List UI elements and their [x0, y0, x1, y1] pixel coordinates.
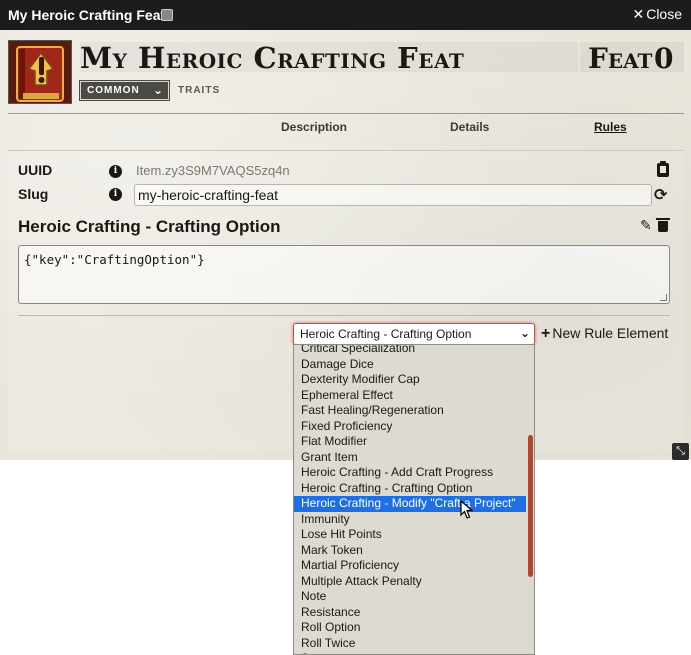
dropdown-option[interactable]: Heroic Crafting - Add Craft Progress — [294, 465, 527, 481]
sync-icon[interactable]: ⟳ — [654, 185, 667, 205]
dropdown-option[interactable]: Damage Dice — [294, 357, 527, 373]
dropdown-option[interactable]: Roll Option — [294, 620, 527, 636]
close-icon: ✕ — [632, 6, 645, 22]
dropdown-option[interactable]: Dexterity Modifier Cap — [294, 372, 527, 388]
clipboard-icon[interactable] — [657, 161, 669, 177]
scrollbar-thumb[interactable] — [528, 435, 533, 577]
item-type-label: Feat — [588, 42, 653, 75]
window-title: My Heroic Crafting Feat — [8, 7, 166, 23]
header-divider — [8, 113, 684, 114]
dropdown-option[interactable]: Roll Twice — [294, 636, 527, 652]
dropdown-option[interactable]: Sense — [294, 651, 527, 654]
close-button[interactable]: ✕ Close — [632, 6, 682, 23]
rule-type-select-value: Heroic Crafting - Crafting Option — [300, 327, 472, 341]
rule-json-textarea[interactable]: {"key":"CraftingOption"} — [18, 245, 670, 304]
dropdown-option[interactable]: Ephemeral Effect — [294, 388, 527, 404]
book-icon — [161, 9, 173, 21]
tab-rules[interactable]: Rules — [594, 120, 627, 134]
book-portrait-icon — [9, 41, 71, 103]
dropdown-option[interactable]: Heroic Crafting - Modify "Craft a Projec… — [294, 496, 527, 512]
edit-icon[interactable]: ✎ — [640, 217, 652, 234]
rule-element-title: Heroic Crafting - Crafting Option — [18, 217, 281, 236]
dropdown-option[interactable]: Critical Specialization — [294, 345, 527, 357]
uuid-value: Item.zy3S9M7VAQS5zq4n — [136, 163, 290, 178]
dropdown-scrollbar[interactable] — [526, 345, 534, 654]
sheet-header: My Heroic Crafting Feat Feat 0 COMMON ⌄ … — [8, 40, 684, 104]
window-titlebar[interactable]: My Heroic Crafting Feat ✕ Close — [0, 0, 691, 30]
item-name: My Heroic Crafting Feat — [80, 41, 465, 75]
trash-icon[interactable] — [656, 218, 670, 232]
dropdown-option[interactable]: Martial Proficiency — [294, 558, 527, 574]
sheet-tabs: Description Details Rules — [0, 120, 691, 136]
dropdown-list: Critical Specialization Damage Dice Dexter… — [294, 345, 527, 654]
dropdown-option[interactable]: Grant Item — [294, 450, 527, 466]
expand-icon[interactable]: ⤡ — [672, 443, 689, 460]
chevron-down-icon: ⌄ — [519, 326, 530, 340]
rule-json-text: {"key":"CraftingOption"} — [24, 252, 205, 267]
dropdown-option[interactable]: Flat Modifier — [294, 434, 527, 450]
uuid-label: UUID — [18, 162, 53, 178]
close-label: Close — [646, 6, 682, 22]
item-level[interactable]: 0 — [654, 42, 673, 75]
info-icon[interactable]: i — [109, 165, 122, 178]
new-rule-element-button[interactable]: + New Rule Element — [541, 325, 668, 343]
dropdown-option[interactable]: Fast Healing/Regeneration — [294, 403, 527, 419]
resize-grip[interactable] — [660, 294, 667, 301]
slug-label: Slug — [18, 186, 49, 202]
dropdown-option[interactable]: Immunity — [294, 512, 527, 528]
rule-type-dropdown[interactable]: Critical Specialization Damage Dice Dexter… — [293, 344, 535, 655]
tab-description[interactable]: Description — [281, 120, 347, 134]
chevron-down-icon: ⌄ — [152, 83, 164, 97]
traits-label[interactable]: TRAITS — [178, 85, 220, 96]
rarity-value: COMMON — [87, 85, 140, 96]
dropdown-option[interactable]: Heroic Crafting - Crafting Option — [294, 481, 527, 497]
dropdown-option[interactable]: Note — [294, 589, 527, 605]
tab-details[interactable]: Details — [450, 120, 489, 134]
dropdown-option[interactable]: Lose Hit Points — [294, 527, 527, 543]
plus-icon: + — [541, 325, 551, 342]
item-type-level: Feat 0 — [580, 42, 684, 75]
rule-type-select[interactable]: Heroic Crafting - Crafting Option ⌄ — [293, 323, 535, 345]
item-portrait[interactable] — [8, 40, 72, 104]
slug-input[interactable]: my-heroic-crafting-feat — [134, 184, 652, 206]
rarity-select[interactable]: COMMON ⌄ — [79, 80, 170, 101]
new-rule-element-label: New Rule Element — [552, 325, 669, 341]
dropdown-option[interactable]: Fixed Proficiency — [294, 419, 527, 435]
dropdown-option[interactable]: Resistance — [294, 605, 527, 621]
info-icon[interactable]: i — [109, 188, 122, 201]
rules-divider — [18, 315, 670, 316]
dropdown-option[interactable]: Multiple Attack Penalty — [294, 574, 527, 590]
item-name-field[interactable]: My Heroic Crafting Feat — [80, 41, 578, 75]
dropdown-option[interactable]: Mark Token — [294, 543, 527, 559]
